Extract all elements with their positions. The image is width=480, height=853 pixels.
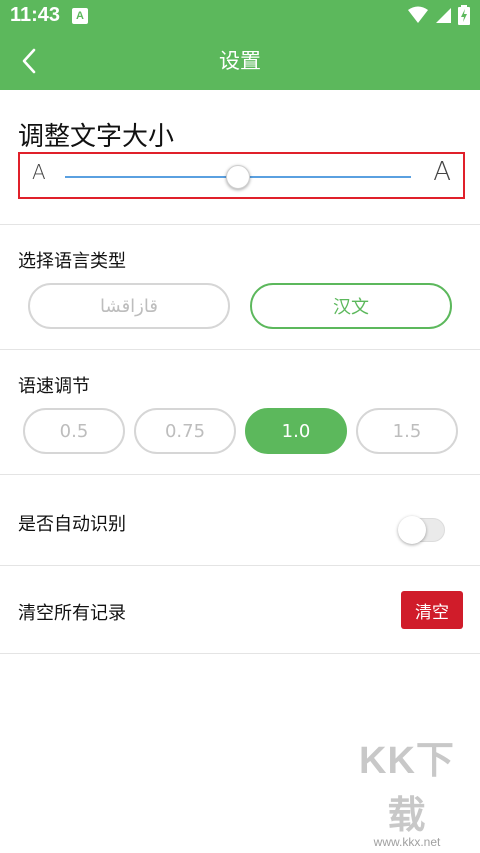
watermark-text: KK下载 bbox=[359, 740, 455, 837]
language-section: 选择语言类型 قازاقشا 汉文 bbox=[0, 225, 480, 350]
watermark-logo: KK下载 www.kkx.net bbox=[342, 729, 472, 849]
language-option-chinese[interactable]: 汉文 bbox=[250, 283, 452, 329]
speed-option-0-5[interactable]: 0.5 bbox=[23, 408, 125, 454]
font-size-section: 调整文字大小 A A bbox=[0, 90, 480, 225]
status-bar: 11:43 A bbox=[0, 0, 480, 32]
wifi-icon bbox=[408, 6, 428, 23]
speech-speed-label: 语速调节 bbox=[18, 376, 90, 397]
status-icons bbox=[408, 5, 470, 25]
speed-option-1-0[interactable]: 1.0 bbox=[245, 408, 347, 454]
page-title: 设置 bbox=[219, 49, 261, 73]
clear-records-label: 清空所有记录 bbox=[18, 603, 126, 624]
notification-icon: A bbox=[72, 8, 88, 24]
font-size-title: 调整文字大小 bbox=[18, 122, 175, 152]
clear-button[interactable]: 清空 bbox=[401, 591, 463, 629]
battery-charging-icon bbox=[458, 5, 470, 25]
app-bar: 设置 bbox=[0, 32, 480, 90]
font-size-slider-box: A A bbox=[18, 152, 465, 199]
large-font-label: A bbox=[433, 157, 451, 187]
speed-option-0-75[interactable]: 0.75 bbox=[134, 408, 236, 454]
status-time: 11:43 bbox=[10, 4, 61, 26]
language-label: 选择语言类型 bbox=[18, 251, 126, 272]
language-option-kazakh[interactable]: قازاقشا bbox=[28, 283, 230, 329]
signal-icon bbox=[436, 8, 451, 23]
clear-records-section: 清空所有记录 清空 bbox=[0, 566, 480, 654]
auto-detect-label: 是否自动识别 bbox=[18, 514, 126, 535]
toggle-knob bbox=[398, 516, 426, 544]
font-size-slider-thumb[interactable] bbox=[226, 165, 250, 189]
speech-speed-section: 语速调节 0.5 0.75 1.0 1.5 bbox=[0, 350, 480, 475]
auto-detect-section: 是否自动识别 bbox=[0, 475, 480, 566]
speed-option-1-5[interactable]: 1.5 bbox=[356, 408, 458, 454]
auto-detect-toggle[interactable] bbox=[398, 516, 445, 544]
watermark-url: www.kkx.net bbox=[373, 835, 441, 849]
small-font-label: A bbox=[32, 160, 46, 184]
font-size-slider[interactable] bbox=[65, 165, 411, 189]
